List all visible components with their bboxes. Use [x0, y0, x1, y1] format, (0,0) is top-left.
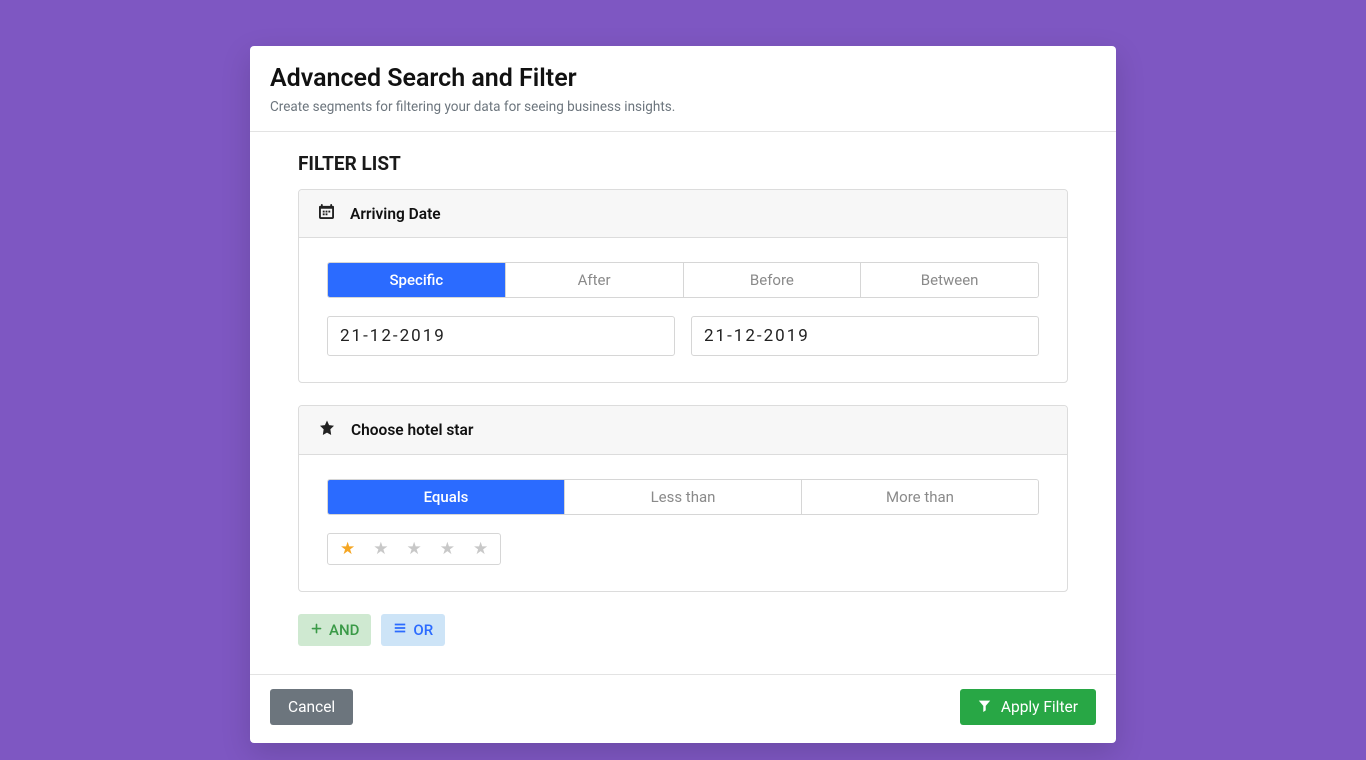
filter-title: Arriving Date — [350, 205, 441, 223]
modal-title: Advanced Search and Filter — [270, 64, 1096, 93]
tab-between[interactable]: Between — [861, 263, 1038, 297]
date-from-input[interactable] — [327, 316, 675, 356]
or-button[interactable]: OR — [381, 614, 445, 646]
filter-card-header: Choose hotel star — [299, 406, 1067, 455]
tab-more-than[interactable]: More than — [802, 480, 1038, 514]
star-rating-picker: ★ ★ ★ ★ ★ — [327, 533, 501, 565]
tab-before[interactable]: Before — [684, 263, 862, 297]
date-mode-segmented: Specific After Before Between — [327, 262, 1039, 298]
list-icon — [393, 621, 407, 639]
star-3[interactable]: ★ — [407, 539, 422, 559]
filter-card-body: Equals Less than More than ★ ★ ★ ★ ★ — [299, 455, 1067, 591]
or-label: OR — [413, 621, 433, 639]
tab-equals[interactable]: Equals — [328, 480, 565, 514]
tab-after[interactable]: After — [506, 263, 684, 297]
calendar-icon — [319, 204, 334, 223]
star-4[interactable]: ★ — [440, 539, 455, 559]
filter-card-body: Specific After Before Between — [299, 238, 1067, 382]
apply-filter-button[interactable]: Apply Filter — [960, 689, 1096, 725]
apply-label: Apply Filter — [1001, 698, 1078, 716]
star-2[interactable]: ★ — [373, 539, 388, 559]
filter-list-heading: Filter List — [298, 152, 1068, 175]
plus-icon — [310, 621, 323, 639]
filter-card-hotel-star: Choose hotel star Equals Less than More … — [298, 405, 1068, 592]
filter-card-header: Arriving Date — [299, 190, 1067, 238]
star-1[interactable]: ★ — [340, 539, 355, 559]
filter-title: Choose hotel star — [351, 421, 473, 439]
star-5[interactable]: ★ — [473, 539, 488, 559]
logic-button-row: AND OR — [298, 614, 1068, 646]
tab-specific[interactable]: Specific — [328, 263, 506, 297]
star-icon — [319, 420, 335, 440]
tab-less-than[interactable]: Less than — [565, 480, 802, 514]
modal-body: Filter List Arriving Date Specific After… — [250, 132, 1116, 674]
modal-footer: Cancel Apply Filter — [250, 674, 1116, 743]
funnel-icon — [978, 698, 991, 716]
date-inputs-row — [327, 316, 1039, 356]
cancel-button[interactable]: Cancel — [270, 689, 353, 725]
filter-card-arriving-date: Arriving Date Specific After Before Betw… — [298, 189, 1068, 383]
modal-subtitle: Create segments for filtering your data … — [270, 99, 1096, 115]
star-mode-segmented: Equals Less than More than — [327, 479, 1039, 515]
and-button[interactable]: AND — [298, 614, 371, 646]
modal-header: Advanced Search and Filter Create segmen… — [250, 46, 1116, 132]
date-to-input[interactable] — [691, 316, 1039, 356]
filter-modal: Advanced Search and Filter Create segmen… — [250, 46, 1116, 743]
and-label: AND — [329, 621, 359, 639]
